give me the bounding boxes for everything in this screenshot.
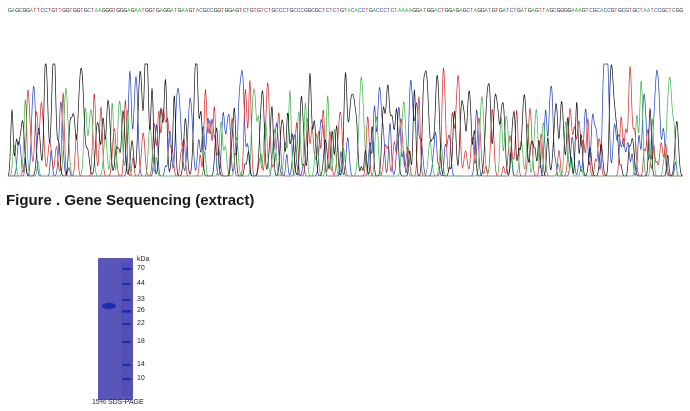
marker-label-44: 44: [137, 280, 145, 287]
sequence-base: T: [261, 8, 264, 14]
marker-label-26: 26: [137, 307, 145, 314]
sequence-base: T: [253, 8, 256, 14]
sequence-base: T: [488, 8, 491, 14]
sequence-base: T: [268, 8, 271, 14]
sequence-base: T: [246, 8, 249, 14]
sequence-base: T: [69, 8, 72, 14]
sequence-base: T: [37, 8, 40, 14]
ladder-band: [122, 299, 131, 301]
sequence-base: T: [506, 8, 509, 14]
sequence-base: T: [394, 8, 397, 14]
sequence-base: T: [513, 8, 516, 14]
sequence-base: T: [651, 8, 654, 14]
sequence-base: T: [629, 8, 632, 14]
sequence-base: T: [329, 8, 332, 14]
ladder-band: [122, 364, 131, 366]
sequence-base: T: [174, 8, 177, 14]
sequence-base: T: [48, 8, 51, 14]
sequence-base: T: [142, 8, 145, 14]
sequence-base: T: [192, 8, 195, 14]
figure-title: Figure . Gene Sequencing (extract): [6, 192, 255, 209]
sequence-base: T: [152, 8, 155, 14]
sequence-base: T: [669, 8, 672, 14]
sequence-base: T: [365, 8, 368, 14]
sequence-base: T: [470, 8, 473, 14]
sequence-base: T: [286, 8, 289, 14]
sequence-base: T: [113, 8, 116, 14]
sequence-base: T: [322, 8, 325, 14]
sequence-base: T: [59, 8, 62, 14]
marker-label-33: 33: [137, 296, 145, 303]
ladder-band: [122, 283, 131, 285]
kda-unit-label: kDa: [137, 256, 150, 263]
sequence-base: T: [614, 8, 617, 14]
sequence-base: T: [80, 8, 83, 14]
marker-label-18: 18: [137, 338, 145, 345]
gel-caption: 15% SDS-PAGE: [92, 399, 144, 406]
sequence-base: T: [539, 8, 542, 14]
sequence-base: T: [586, 8, 589, 14]
sequence-base: T: [423, 8, 426, 14]
sequence-base: T: [524, 8, 527, 14]
marker-label-10: 10: [137, 375, 145, 382]
ladder-band: [122, 310, 131, 313]
sequence-base: T: [542, 8, 545, 14]
sequence-base: T: [387, 8, 390, 14]
trace-C: [8, 63, 683, 177]
marker-label-22: 22: [137, 320, 145, 327]
sequence-base: T: [495, 8, 498, 14]
sequence-base: T: [239, 8, 242, 14]
marker-ladder: [121, 262, 132, 396]
sequence-base: T: [336, 8, 339, 14]
sequence-base: T: [640, 8, 643, 14]
ladder-band: [122, 378, 131, 380]
sequence-base: T: [344, 8, 347, 14]
sequence-base: T: [221, 8, 224, 14]
ladder-band: [122, 341, 131, 343]
sequence-base: T: [33, 8, 36, 14]
sequence-text-line: GAGCGGATTCCTGTTGGTGGTGCTAAGGGTGGGAGAATGG…: [8, 8, 683, 14]
sample-band: [102, 302, 116, 310]
marker-label-70: 70: [137, 265, 145, 272]
marker-label-14: 14: [137, 361, 145, 368]
sds-page-gel: kDa 70 44 33 26 22 18 14 10: [92, 254, 162, 406]
marker-lane: [121, 262, 132, 396]
sequence-base: T: [441, 8, 444, 14]
ladder-band: [122, 268, 131, 270]
sequence-base: T: [91, 8, 94, 14]
sequence-base: G: [679, 8, 683, 14]
ladder-band: [122, 323, 131, 325]
sequencing-chromatogram: [8, 63, 683, 177]
